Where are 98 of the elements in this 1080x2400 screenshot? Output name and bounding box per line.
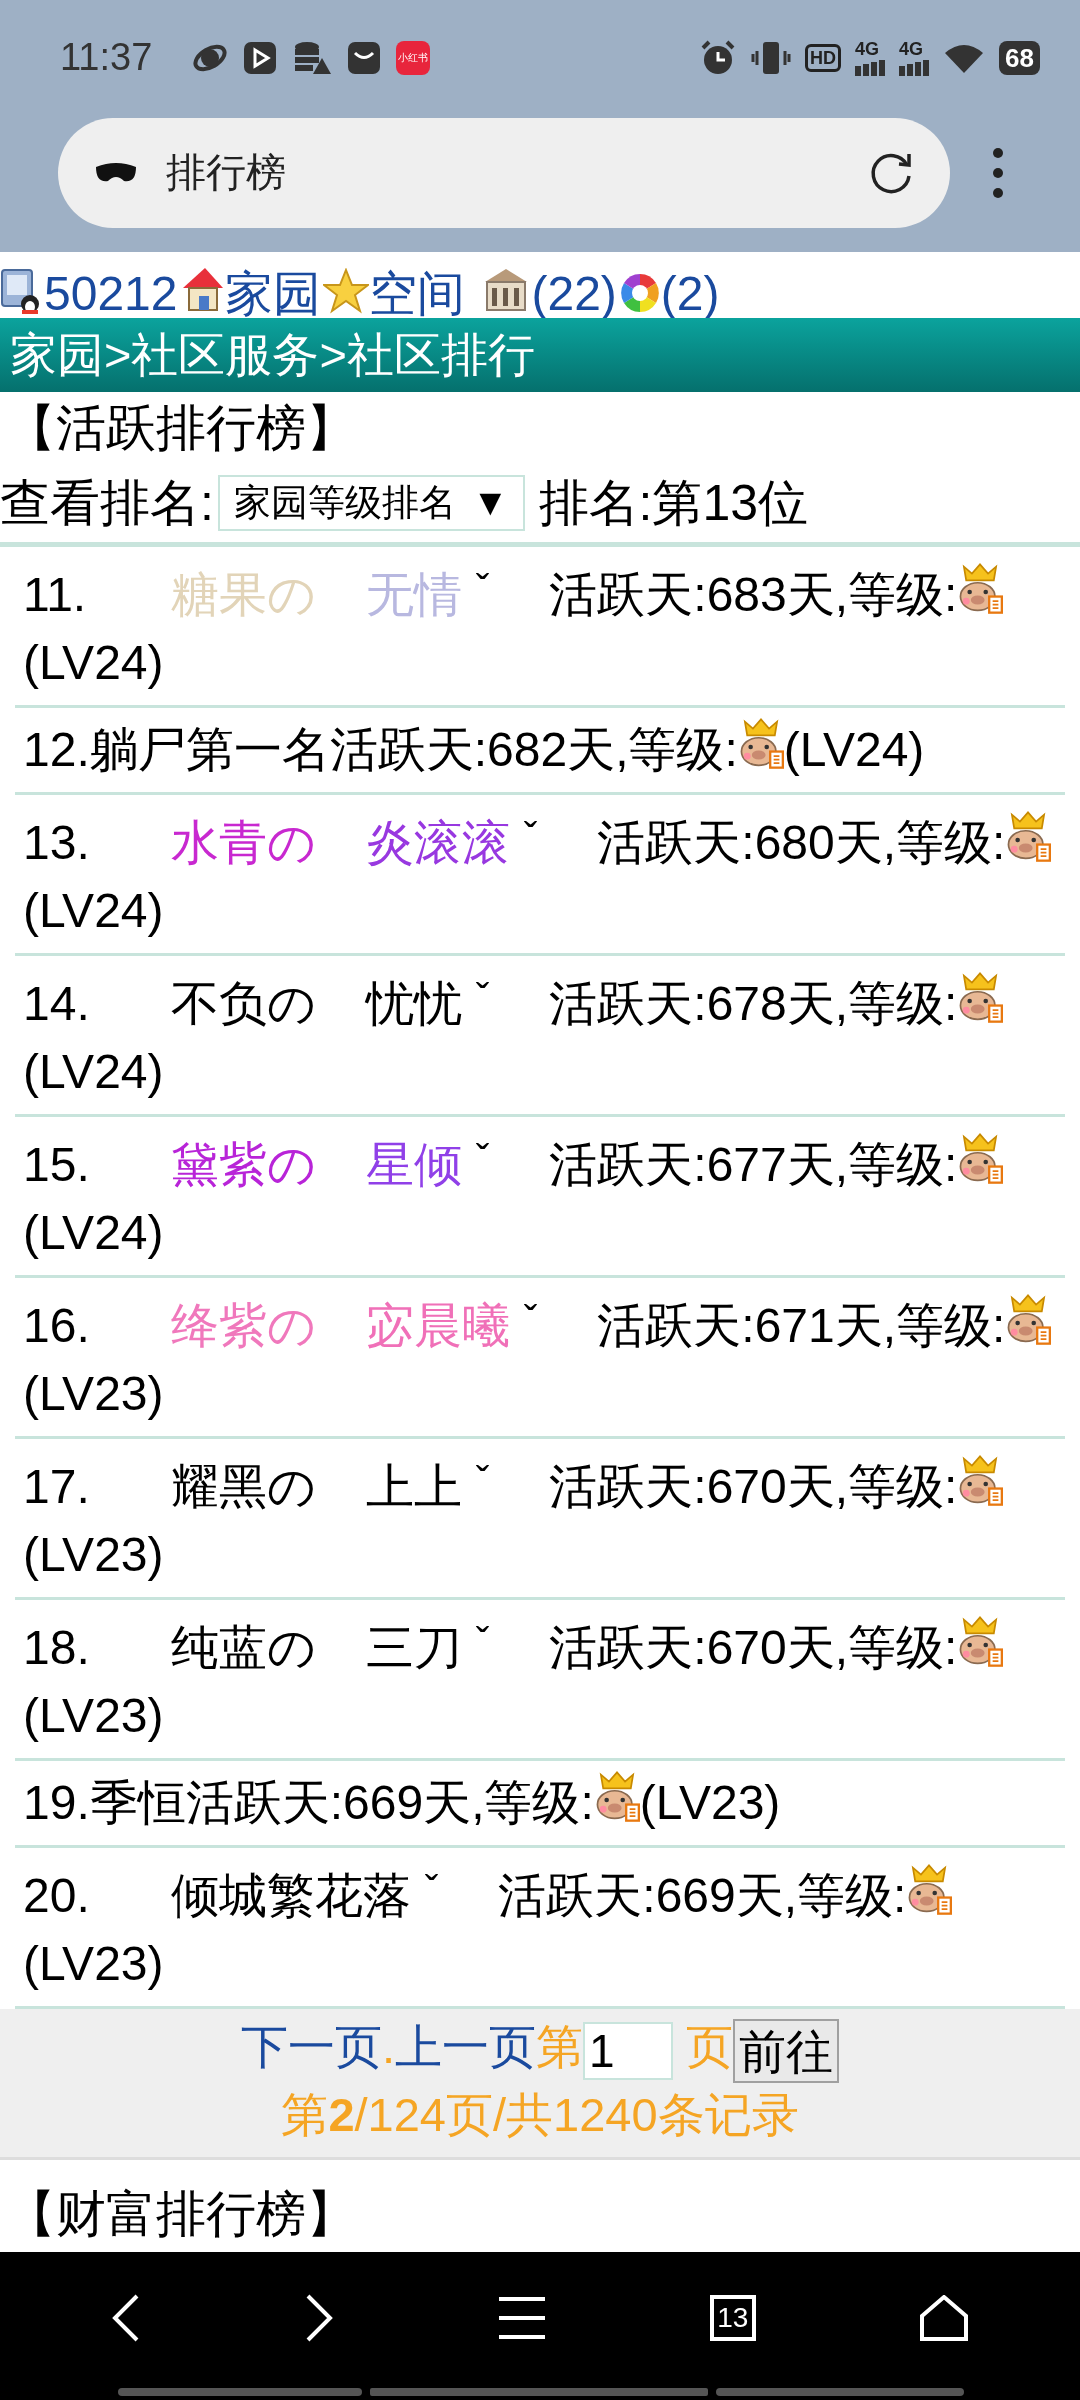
home-link[interactable]: 家园 (225, 270, 322, 318)
activity-text: 活跃天:678天,等级: (549, 977, 958, 1030)
name-mark: ˇ (476, 1620, 490, 1664)
name-mark: ˇ (524, 1298, 538, 1342)
rank-number: 16. (23, 1298, 91, 1354)
rank-number: 11. (23, 567, 88, 623)
level-text: (LV23) (23, 1367, 164, 1420)
rank-number: 14. (23, 976, 91, 1032)
level-text: (LV24) (23, 1206, 164, 1259)
space-link[interactable]: 空间 (369, 270, 466, 318)
next-page-link[interactable]: 下一页 (240, 2020, 382, 2073)
page-label: 第 (536, 2020, 583, 2073)
rank-number: 20. (23, 1868, 91, 1924)
name-mark: ˇ (476, 976, 490, 1020)
signal-icon (855, 59, 886, 76)
current-rank-text: 排名:第13位 (538, 473, 809, 533)
play-icon (242, 39, 279, 76)
page-input[interactable]: 1 (583, 2021, 673, 2080)
activity-text: 活跃天:682天,等级: (329, 723, 738, 776)
hd-indicator: HD (805, 43, 842, 72)
section-title: 【活跃排行榜】 (6, 399, 357, 458)
crowned-pig-icon (957, 1615, 1004, 1668)
name-mark: ˇ (476, 567, 490, 611)
level-text: (LV24) (783, 723, 925, 776)
activity-text: 活跃天:670天,等级: (549, 1621, 958, 1674)
rank-select[interactable]: 家园等级排名 ▼ (217, 475, 525, 531)
link-separator: . (381, 2020, 395, 2073)
user-name: 三刀 (366, 1621, 462, 1674)
level-text: (LV23) (639, 1776, 781, 1829)
level-text: (LV23) (23, 1528, 164, 1581)
level-text: (LV23) (23, 1937, 164, 1990)
activity-text: 活跃天:683天,等级: (549, 568, 958, 621)
level-text: (LV24) (23, 1045, 164, 1098)
network-label: 4G (899, 39, 924, 58)
name-mark: ˇ (476, 1137, 490, 1181)
name-title: 不负の (171, 977, 316, 1030)
name-title: 绛紫の (171, 1299, 316, 1352)
crowned-pig-icon (957, 562, 1004, 615)
go-button[interactable]: 前往 (733, 2018, 840, 2083)
rank-number: 15. (23, 1137, 91, 1193)
activity-text: 活跃天:671天,等级: (597, 1299, 1006, 1352)
level-text: (LV24) (23, 884, 164, 937)
user-name: 倾城繁花落 (171, 1869, 411, 1922)
user-id-link[interactable]: 50212 (44, 270, 178, 318)
activity-text: 活跃天:669天,等级: (498, 1869, 907, 1922)
page-summary: 第2/124页/共1240条记录 (280, 2086, 800, 2143)
forward-icon[interactable] (304, 2293, 335, 2343)
battery-indicator: 68 (999, 40, 1040, 75)
rank-number: 13. (23, 815, 91, 871)
page-label: 页 (685, 2020, 734, 2073)
name-title: 水青の (171, 816, 316, 869)
user-name: 炎滚滚 (366, 816, 510, 869)
rank-number: 12. (23, 723, 90, 776)
user-name: 无情 (366, 568, 462, 621)
breadcrumb[interactable]: 家园>社区服务>社区排行 (0, 318, 1080, 392)
activity-text: 活跃天:669天,等级: (185, 1776, 594, 1829)
crowned-pig-icon (1005, 810, 1052, 863)
activity-text: 活跃天:680天,等级: (597, 816, 1006, 869)
user-name: 宓晨曦 (366, 1299, 510, 1352)
page-title: 排行榜 (166, 149, 287, 196)
rank-number: 18. (23, 1620, 91, 1676)
user-name: 星倾 (366, 1138, 462, 1191)
name-title: 黛紫の (171, 1138, 316, 1191)
section-title: 【财富排行榜】 (6, 2185, 357, 2244)
tabs-button[interactable]: 13 (709, 2295, 756, 2341)
crowned-pig-icon (957, 1454, 1004, 1507)
album-count-link[interactable]: (2) (660, 270, 720, 318)
rank-number: 19. (23, 1776, 90, 1829)
name-mark: ˇ (476, 1459, 490, 1503)
name-title: 糖果の (171, 568, 316, 621)
user-name: 上上 (366, 1460, 462, 1513)
network-label: 4G (855, 39, 880, 58)
crowned-pig-icon (957, 1132, 1004, 1185)
name-title: 纯蓝の (171, 1621, 316, 1674)
activity-text: 活跃天:677天,等级: (549, 1138, 958, 1191)
level-text: (LV23) (23, 1689, 164, 1742)
name-title: 耀黑の (171, 1460, 316, 1513)
building-count-link[interactable]: (22) (531, 270, 617, 318)
filter-label: 查看排名: (0, 473, 214, 533)
name-mark: ˇ (425, 1868, 439, 1912)
color-wheel-icon (618, 272, 661, 314)
prev-page-link[interactable]: 上一页 (395, 2020, 536, 2073)
crowned-pig-icon (906, 1863, 953, 1916)
rank-number: 17. (23, 1459, 91, 1515)
crowned-pig-icon (957, 971, 1004, 1024)
status-time: 11:37 (60, 36, 153, 79)
activity-text: 活跃天:670天,等级: (549, 1460, 958, 1513)
user-name: 忧忧 (366, 977, 462, 1030)
app-icon: 小红书 (396, 40, 431, 75)
user-name: 躺尸第一名 (89, 723, 330, 776)
user-name: 季恒 (89, 1776, 186, 1829)
home-icon[interactable] (918, 2295, 969, 2341)
signal-icon (899, 59, 930, 76)
level-text: (LV24) (23, 636, 164, 689)
address-bar[interactable]: 排行榜 (58, 117, 950, 228)
star-icon (323, 268, 370, 314)
crowned-pig-icon (1005, 1293, 1052, 1346)
name-mark: ˇ (524, 815, 538, 859)
